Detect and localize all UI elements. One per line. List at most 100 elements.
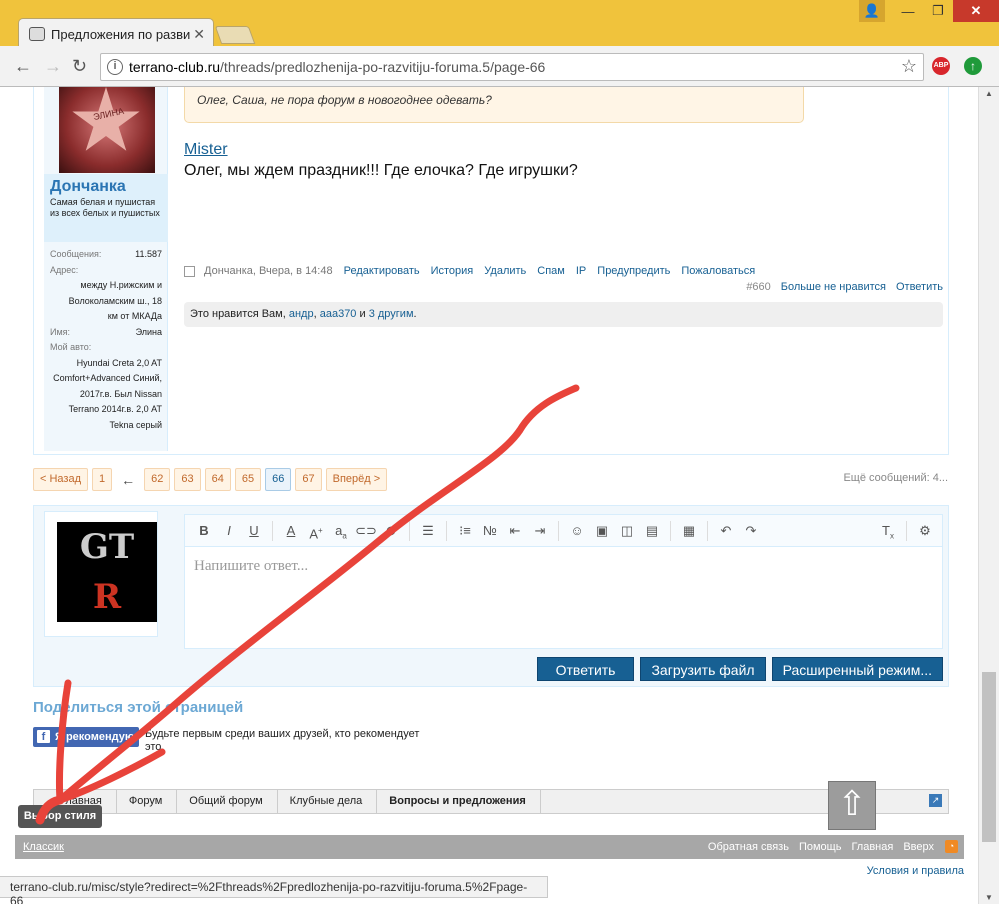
fb-recommend-button[interactable]: f Я рекомендую: [33, 727, 139, 747]
terms-link[interactable]: Условия и правила: [867, 865, 964, 877]
font-color-icon[interactable]: A: [280, 520, 302, 542]
user-avatar[interactable]: ЭЛИНА: [59, 87, 155, 173]
footer-feedback-link[interactable]: Обратная связь: [708, 841, 789, 853]
post-time[interactable]: Вчера, в 14:48: [259, 265, 333, 277]
font-family-icon[interactable]: aa: [330, 520, 352, 542]
address-bar[interactable]: i terrano-club.ru/threads/predlozhenija-…: [100, 53, 924, 81]
scroll-top-button[interactable]: ⇧: [828, 781, 876, 830]
page-link[interactable]: 62: [144, 468, 171, 491]
scroll-up-icon[interactable]: ▲: [985, 89, 993, 98]
edit-link[interactable]: Редактировать: [344, 265, 420, 277]
history-link[interactable]: История: [431, 265, 474, 277]
smiley-icon[interactable]: ☺: [566, 520, 588, 542]
user-info-panel: ЭЛИНА Дончанка Самая белая и пушистая из…: [44, 87, 168, 451]
reply-link[interactable]: Ответить: [896, 281, 943, 293]
car-value: Hyundai Creta 2,0 AT Comfort+Advanced Си…: [53, 357, 162, 430]
breadcrumb-item[interactable]: Клубные дела: [278, 790, 378, 813]
post-number[interactable]: #660: [746, 281, 770, 293]
user-stats: Сообщения: 11.587 Адрес: между Н.рижским …: [44, 247, 168, 433]
popup-icon[interactable]: ↗: [929, 794, 942, 807]
spam-link[interactable]: Спам: [537, 265, 565, 277]
breadcrumb-item[interactable]: Общий форум: [177, 790, 278, 813]
font-size-icon[interactable]: A+: [305, 520, 327, 542]
reply-editor: B I U A A+ aa ⊂⊃ ⊘ ☰ ⁝≡ № ⇤ ⇥ ☺ ▣ ◫ ▤ ▦ …: [184, 514, 943, 649]
style-chooser-link[interactable]: Классик: [23, 841, 64, 853]
align-icon[interactable]: ☰: [417, 520, 439, 542]
page-link[interactable]: 1: [92, 468, 113, 491]
undo-icon[interactable]: ↶: [715, 520, 737, 542]
bullet-list-icon[interactable]: ⁝≡: [454, 520, 476, 542]
likes-prefix: Это нравится Вам,: [190, 308, 289, 320]
profile-icon[interactable]: 👤: [859, 0, 885, 22]
page-link[interactable]: 63: [174, 468, 201, 491]
messages-count[interactable]: 11.587: [135, 247, 162, 263]
adblock-icon[interactable]: ABP: [932, 57, 950, 75]
footer-top-link[interactable]: Вверх: [903, 841, 934, 853]
select-post-checkbox[interactable]: [184, 265, 195, 277]
redo-icon[interactable]: ↷: [740, 520, 762, 542]
back-icon[interactable]: ←: [14, 56, 32, 77]
toolbar-separator: [707, 520, 708, 541]
advanced-mode-button[interactable]: Расширенный режим...: [771, 657, 943, 681]
link-icon[interactable]: ⊂⊃: [355, 520, 377, 542]
warn-link[interactable]: Предупредить: [597, 265, 670, 277]
reload-icon[interactable]: ↻: [72, 56, 87, 77]
tab-close-icon[interactable]: ✕: [193, 26, 205, 43]
unlink-icon[interactable]: ⊘: [380, 520, 402, 542]
browser-titlebar: Предложения по разви ✕ 👤 — ❐ ✕: [0, 0, 999, 48]
breadcrumb-current[interactable]: Вопросы и предложения: [377, 790, 541, 813]
scrollbar[interactable]: ▲ ▼: [978, 87, 999, 904]
close-window-button[interactable]: ✕: [953, 0, 999, 22]
page-link[interactable]: 65: [234, 468, 262, 491]
page-next-button[interactable]: Вперёд >: [325, 468, 388, 491]
new-tab-button[interactable]: [214, 26, 256, 44]
save-draft-icon[interactable]: ▦: [678, 520, 700, 542]
user-name[interactable]: Дончанка: [50, 178, 162, 196]
footer-help-link[interactable]: Помощь: [799, 841, 842, 853]
like-user-link[interactable]: ааа370: [320, 308, 357, 320]
update-icon[interactable]: ↑: [964, 57, 982, 75]
quoted-author-link[interactable]: Mister: [184, 141, 228, 159]
media-icon[interactable]: ◫: [616, 520, 638, 542]
code-icon[interactable]: ▤: [641, 520, 663, 542]
breadcrumb-item[interactable]: Форум: [117, 790, 178, 813]
more-messages[interactable]: Ещё сообщений: 4...: [843, 472, 948, 484]
footer-home-link[interactable]: Главная: [851, 841, 893, 853]
page-prev-button[interactable]: < Назад: [33, 468, 88, 491]
post-meta-user[interactable]: Дончанка: [204, 265, 253, 277]
upload-file-button[interactable]: Загрузить файл: [640, 657, 766, 681]
delete-link[interactable]: Удалить: [484, 265, 526, 277]
report-link[interactable]: Пожаловаться: [681, 265, 755, 277]
toggle-bbcode-icon[interactable]: ⚙: [914, 520, 936, 542]
like-others-link[interactable]: 3 другим: [369, 308, 414, 320]
page-current[interactable]: 66: [265, 468, 292, 491]
remove-format-icon[interactable]: Tx: [877, 520, 899, 542]
page-jump-arrow[interactable]: ←: [116, 472, 140, 488]
reply-placeholder[interactable]: Напишите ответ...: [194, 558, 308, 575]
browser-tab[interactable]: Предложения по разви ✕: [18, 18, 214, 48]
forward-icon[interactable]: →: [44, 56, 62, 77]
outdent-icon[interactable]: ⇤: [504, 520, 526, 542]
page-link[interactable]: 64: [204, 468, 231, 491]
rss-icon[interactable]: ◔: [945, 840, 958, 853]
bookmark-star-icon[interactable]: ☆: [901, 56, 917, 77]
scroll-down-icon[interactable]: ▼: [985, 893, 993, 902]
submit-reply-button[interactable]: Ответить: [536, 657, 635, 681]
footer-bar: Классик Обратная связь Помощь Главная Вв…: [15, 835, 964, 859]
page-link[interactable]: 67: [295, 468, 322, 491]
bold-icon[interactable]: B: [193, 520, 215, 542]
my-avatar[interactable]: GT R: [44, 511, 158, 637]
italic-icon[interactable]: I: [218, 520, 240, 542]
address-url[interactable]: terrano-club.ru/threads/predlozhenija-po…: [129, 59, 545, 75]
maximize-button[interactable]: ❐: [923, 0, 953, 22]
image-icon[interactable]: ▣: [591, 520, 613, 542]
site-info-icon[interactable]: i: [107, 59, 123, 75]
ip-link[interactable]: IP: [576, 265, 586, 277]
scrollbar-thumb[interactable]: [982, 672, 996, 842]
like-user-link[interactable]: андр: [289, 308, 314, 320]
minimize-button[interactable]: —: [893, 0, 923, 22]
underline-icon[interactable]: U: [243, 520, 265, 542]
indent-icon[interactable]: ⇥: [529, 520, 551, 542]
numbered-list-icon[interactable]: №: [479, 520, 501, 542]
unlike-link[interactable]: Больше не нравится: [781, 281, 886, 293]
